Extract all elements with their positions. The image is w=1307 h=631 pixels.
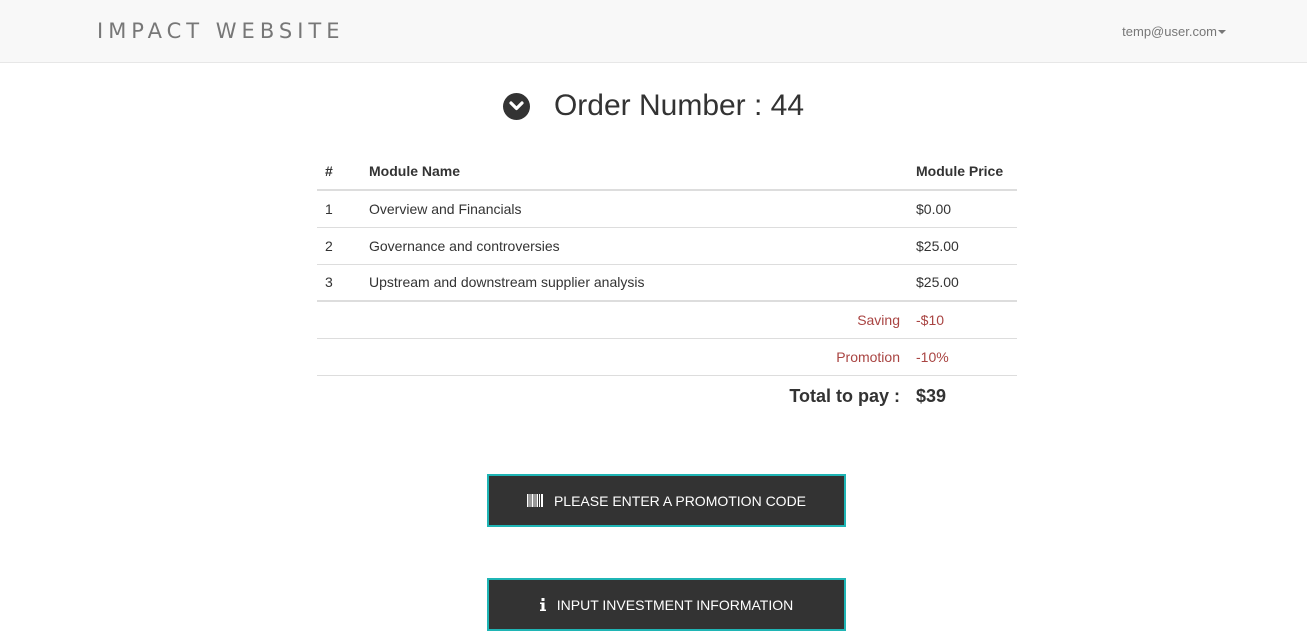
promotion-value: -10% [908, 337, 1017, 375]
module-name: Overview and Financials [369, 200, 522, 217]
promotion-label: Promotion [317, 337, 908, 375]
table-row: 2 Governance and controversies $25.00 [317, 226, 1017, 264]
caret-down-icon [1218, 30, 1226, 34]
row-number: 3 [317, 263, 361, 301]
module-price: $0.00 [916, 200, 952, 217]
input-investment-information-button[interactable]: INPUT INVESTMENT INFORMATION [487, 578, 846, 631]
table-row: 3 Upstream and downstream supplier analy… [317, 263, 1017, 301]
table-header-row: # Module Name Module Price [317, 152, 1017, 191]
module-price: $25.00 [908, 263, 1017, 301]
column-header-module-name: Module Name [361, 152, 908, 191]
module-price: $25.00 [908, 226, 1017, 264]
page-title: Order Number : 44 [553, 89, 805, 122]
module-name: Governance and controversies [361, 226, 908, 264]
row-number: 2 [317, 226, 361, 264]
module-name: Upstream and downstream supplier analysi… [361, 263, 908, 301]
total-row: Total to pay : $39 [317, 374, 1017, 417]
promo-button-label: PLEASE ENTER A PROMOTION CODE [553, 492, 807, 509]
total-value: $39 [908, 374, 1017, 417]
order-table: # Module Name Module Price 1 Overview an… [317, 152, 1017, 417]
barcode-icon [526, 494, 543, 507]
brand-logo[interactable]: IMPACT WEBSITE [97, 18, 345, 44]
promotion-row: Promotion -10% [317, 337, 1017, 375]
saving-row: Saving -$10 [317, 300, 1017, 338]
order-heading: Order Number : 44 [0, 88, 1307, 124]
saving-label: Saving [317, 300, 908, 338]
column-header-number: # [317, 152, 361, 191]
total-label: Total to pay : [317, 374, 908, 417]
enter-promotion-code-button[interactable]: PLEASE ENTER A PROMOTION CODE [487, 474, 846, 527]
invest-button-label: INPUT INVESTMENT INFORMATION [556, 596, 794, 613]
user-menu-dropdown[interactable]: temp@user.com [1122, 24, 1226, 40]
saving-value: -$10 [908, 300, 1017, 338]
user-email: temp@user.com [1122, 24, 1217, 39]
row-number: 1 [325, 200, 333, 217]
chevron-circle-down-icon[interactable] [502, 92, 530, 120]
navbar: IMPACT WEBSITE temp@user.com [0, 0, 1307, 63]
table-row: 1 Overview and Financials $0.00 [317, 190, 1017, 227]
column-header-module-price: Module Price [908, 152, 1017, 191]
info-icon [539, 598, 546, 611]
